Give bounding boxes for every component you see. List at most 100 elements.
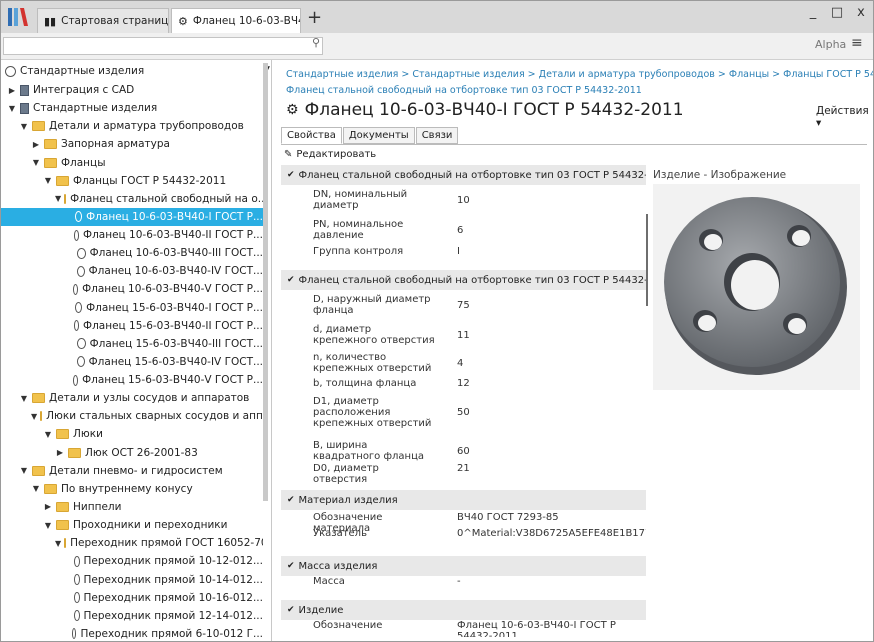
tree-item[interactable]: Фланец 10-6-03-ВЧ40-II ГОСТ Р... [1,226,263,244]
tree-item-label: Проходники и переходники [73,519,228,532]
collapse-arrow-icon[interactable]: ▼ [19,394,29,403]
property-name: D0, диаметр отверстия [313,463,379,485]
part-icon [73,610,80,622]
chevron-down-icon[interactable]: ✔ [287,170,295,180]
tree-item[interactable]: ▶ Ниппели [1,498,263,516]
search-bar [1,33,873,60]
maximize-button[interactable]: □ [827,5,847,20]
tree-item[interactable]: Переходник прямой 10-16-012... [1,589,263,607]
tree-item[interactable]: ▼ Люки стальных сварных сосудов и апп... [1,407,263,425]
part-image [653,184,860,390]
properties-scrollbar[interactable] [646,214,648,306]
tree-item[interactable]: Переходник прямой 10-12-012... [1,552,263,570]
tab-documents[interactable]: Документы [342,127,415,144]
tree-item[interactable]: ▼ Фланцы ГОСТ Р 54432-2011 [1,172,263,190]
tree-item[interactable]: ▼ Детали и узлы сосудов и аппаратов [1,389,263,407]
tree-item-label: Переходник прямой 10-12-012... [83,555,263,568]
tree-item[interactable]: Переходник прямой 10-14-012... [1,571,263,589]
sidebar-scrollbar[interactable] [263,63,268,501]
tree-item[interactable]: Переходник прямой 6-10-012 Г... [1,625,263,641]
tree-item[interactable]: Переходник прямой 12-14-012... [1,607,263,625]
search-icon[interactable]: ⚲ [312,36,320,49]
expand-arrow-icon[interactable]: ▶ [31,140,41,149]
tab-links[interactable]: Связи [415,127,459,144]
property-section-header[interactable]: ✔ Материал изделия [281,490,646,510]
tree-item-label: Переходник прямой 10-16-012... [83,591,263,604]
part-icon [77,338,86,350]
chevron-down-icon[interactable]: ✔ [287,605,295,615]
tree-item[interactable]: ▶ Люк ОСТ 26-2001-83 [1,444,263,462]
tree-item-selected[interactable]: Фланец 10-6-03-ВЧ40-I ГОСТ Р... [1,207,263,226]
tree-item[interactable]: ▼ Детали пневмо- и гидросистем [1,462,263,480]
collapse-arrow-icon[interactable]: ▼ [31,412,37,421]
chevron-down-icon[interactable]: ✔ [287,275,295,285]
tab-flange[interactable]: ⚙ Фланец 10-6-03-ВЧ40-I ГОСТ Р 54432-2..… [171,8,301,33]
collapse-arrow-icon[interactable]: ▼ [19,122,29,131]
folder-icon [32,465,45,476]
search-input[interactable] [3,37,323,55]
tree-item[interactable]: Фланец 15-6-03-ВЧ40-III ГОСТ... [1,335,263,353]
minimize-button[interactable]: _ [803,5,823,20]
app-window: ▮▮ Стартовая страница ⚙ Фланец 10-6-03-В… [0,0,874,642]
tree-item[interactable]: Фланец 15-6-03-ВЧ40-IV ГОСТ... [1,353,263,371]
tree-item[interactable]: ▼ Детали и арматура трубопроводов [1,117,263,135]
tree-item[interactable]: ▶ Запорная арматура [1,135,263,153]
tree-item[interactable]: ▼ По внутреннему конусу [1,480,263,498]
chevron-down-icon[interactable]: ✔ [287,561,295,571]
property-name: D, наружный диаметр фланца [313,294,431,316]
property-value: ВЧ40 ГОСТ 7293-85 [457,512,559,523]
tree-item[interactable]: ▼ Фланцы [1,154,263,172]
edit-button[interactable]: ✎ Редактировать [284,149,376,160]
expand-arrow-icon[interactable]: ▶ [43,502,53,511]
property-value: 4 [457,358,464,369]
property-section-header[interactable]: ✔ Фланец стальной свободный на отбортовке… [281,165,646,185]
property-value: 60 [457,446,470,457]
part-icon [76,356,85,368]
collapse-arrow-icon[interactable]: ▼ [43,176,53,185]
tree-item[interactable]: Фланец 10-6-03-ВЧ40-V ГОСТ Р... [1,280,263,298]
tree-item[interactable]: Фланец 15-6-03-ВЧ40-II ГОСТ Р... [1,317,263,335]
tree-item[interactable]: ▼ Фланец стальной свободный на о... [1,190,263,208]
tree-item[interactable]: ▼ Стандартные изделия [1,99,263,117]
property-section-header[interactable]: ✔ Изделие [281,600,646,620]
tree-item[interactable]: ▼ Проходники и переходники [1,516,263,534]
tree-item[interactable]: ▶ Интеграция с CAD [1,81,263,99]
breadcrumb[interactable]: Стандартные изделия > Стандартные издели… [286,69,873,80]
folder-icon [56,429,69,440]
tree-item-label: Фланец 10-6-03-ВЧ40-V ГОСТ Р... [82,283,263,296]
tree-item[interactable]: Фланец 10-6-03-ВЧ40-IV ГОСТ... [1,262,263,280]
chevron-down-icon[interactable]: ✔ [287,495,295,505]
hamburger-menu-icon[interactable]: ≡ [851,35,863,51]
property-value: 75 [457,300,470,311]
collapse-arrow-icon[interactable]: ▼ [43,521,53,530]
new-tab-button[interactable]: + [307,7,322,28]
tab-properties[interactable]: Свойства [281,127,342,144]
collapse-arrow-icon[interactable]: ▼ [7,104,17,113]
expand-arrow-icon[interactable]: ▶ [7,86,17,95]
tree-item[interactable]: Фланец 10-6-03-ВЧ40-III ГОСТ... [1,244,263,262]
folder-icon [32,393,45,404]
expand-arrow-icon[interactable]: ▶ [55,448,65,457]
collapse-arrow-icon[interactable]: ▼ [55,194,61,203]
collapse-arrow-icon[interactable]: ▼ [19,466,29,475]
property-section-header[interactable]: ✔ Фланец стальной свободный на отбортовке… [281,270,646,290]
tab-start-page[interactable]: ▮▮ Стартовая страница [37,8,169,33]
tree-item[interactable]: Фланец 15-6-03-ВЧ40-I ГОСТ Р... [1,299,263,317]
collapse-arrow-icon[interactable]: ▼ [43,430,53,439]
tree-root-selector[interactable]: Стандартные изделия ▼ [5,65,270,77]
property-section-header[interactable]: ✔ Масса изделия [281,556,646,576]
tree-item-label: Фланец 15-6-03-ВЧ40-III ГОСТ... [89,337,263,350]
collapse-arrow-icon[interactable]: ▼ [31,158,41,167]
actions-menu[interactable]: Действия ▾ [816,105,873,129]
tree-item[interactable]: ▼ Переходник прямой ГОСТ 16052-70 [1,534,263,552]
tree-item[interactable]: Фланец 15-6-03-ВЧ40-V ГОСТ Р... [1,371,263,389]
title-bar: ▮▮ Стартовая страница ⚙ Фланец 10-6-03-В… [1,1,873,33]
close-window-button[interactable]: x [851,5,871,20]
tree-item-label: Фланец 10-6-03-ВЧ40-IV ГОСТ... [88,265,263,278]
page-title: ⚙ Фланец 10-6-03-ВЧ40-I ГОСТ Р 54432-201… [286,100,684,120]
tree-item[interactable]: ▼ Люки [1,425,263,443]
collapse-arrow-icon[interactable]: ▼ [31,484,41,493]
part-icon [73,574,80,585]
breadcrumb-current[interactable]: Фланец стальной свободный на отбортовке … [286,85,642,96]
collapse-arrow-icon[interactable]: ▼ [55,539,61,548]
